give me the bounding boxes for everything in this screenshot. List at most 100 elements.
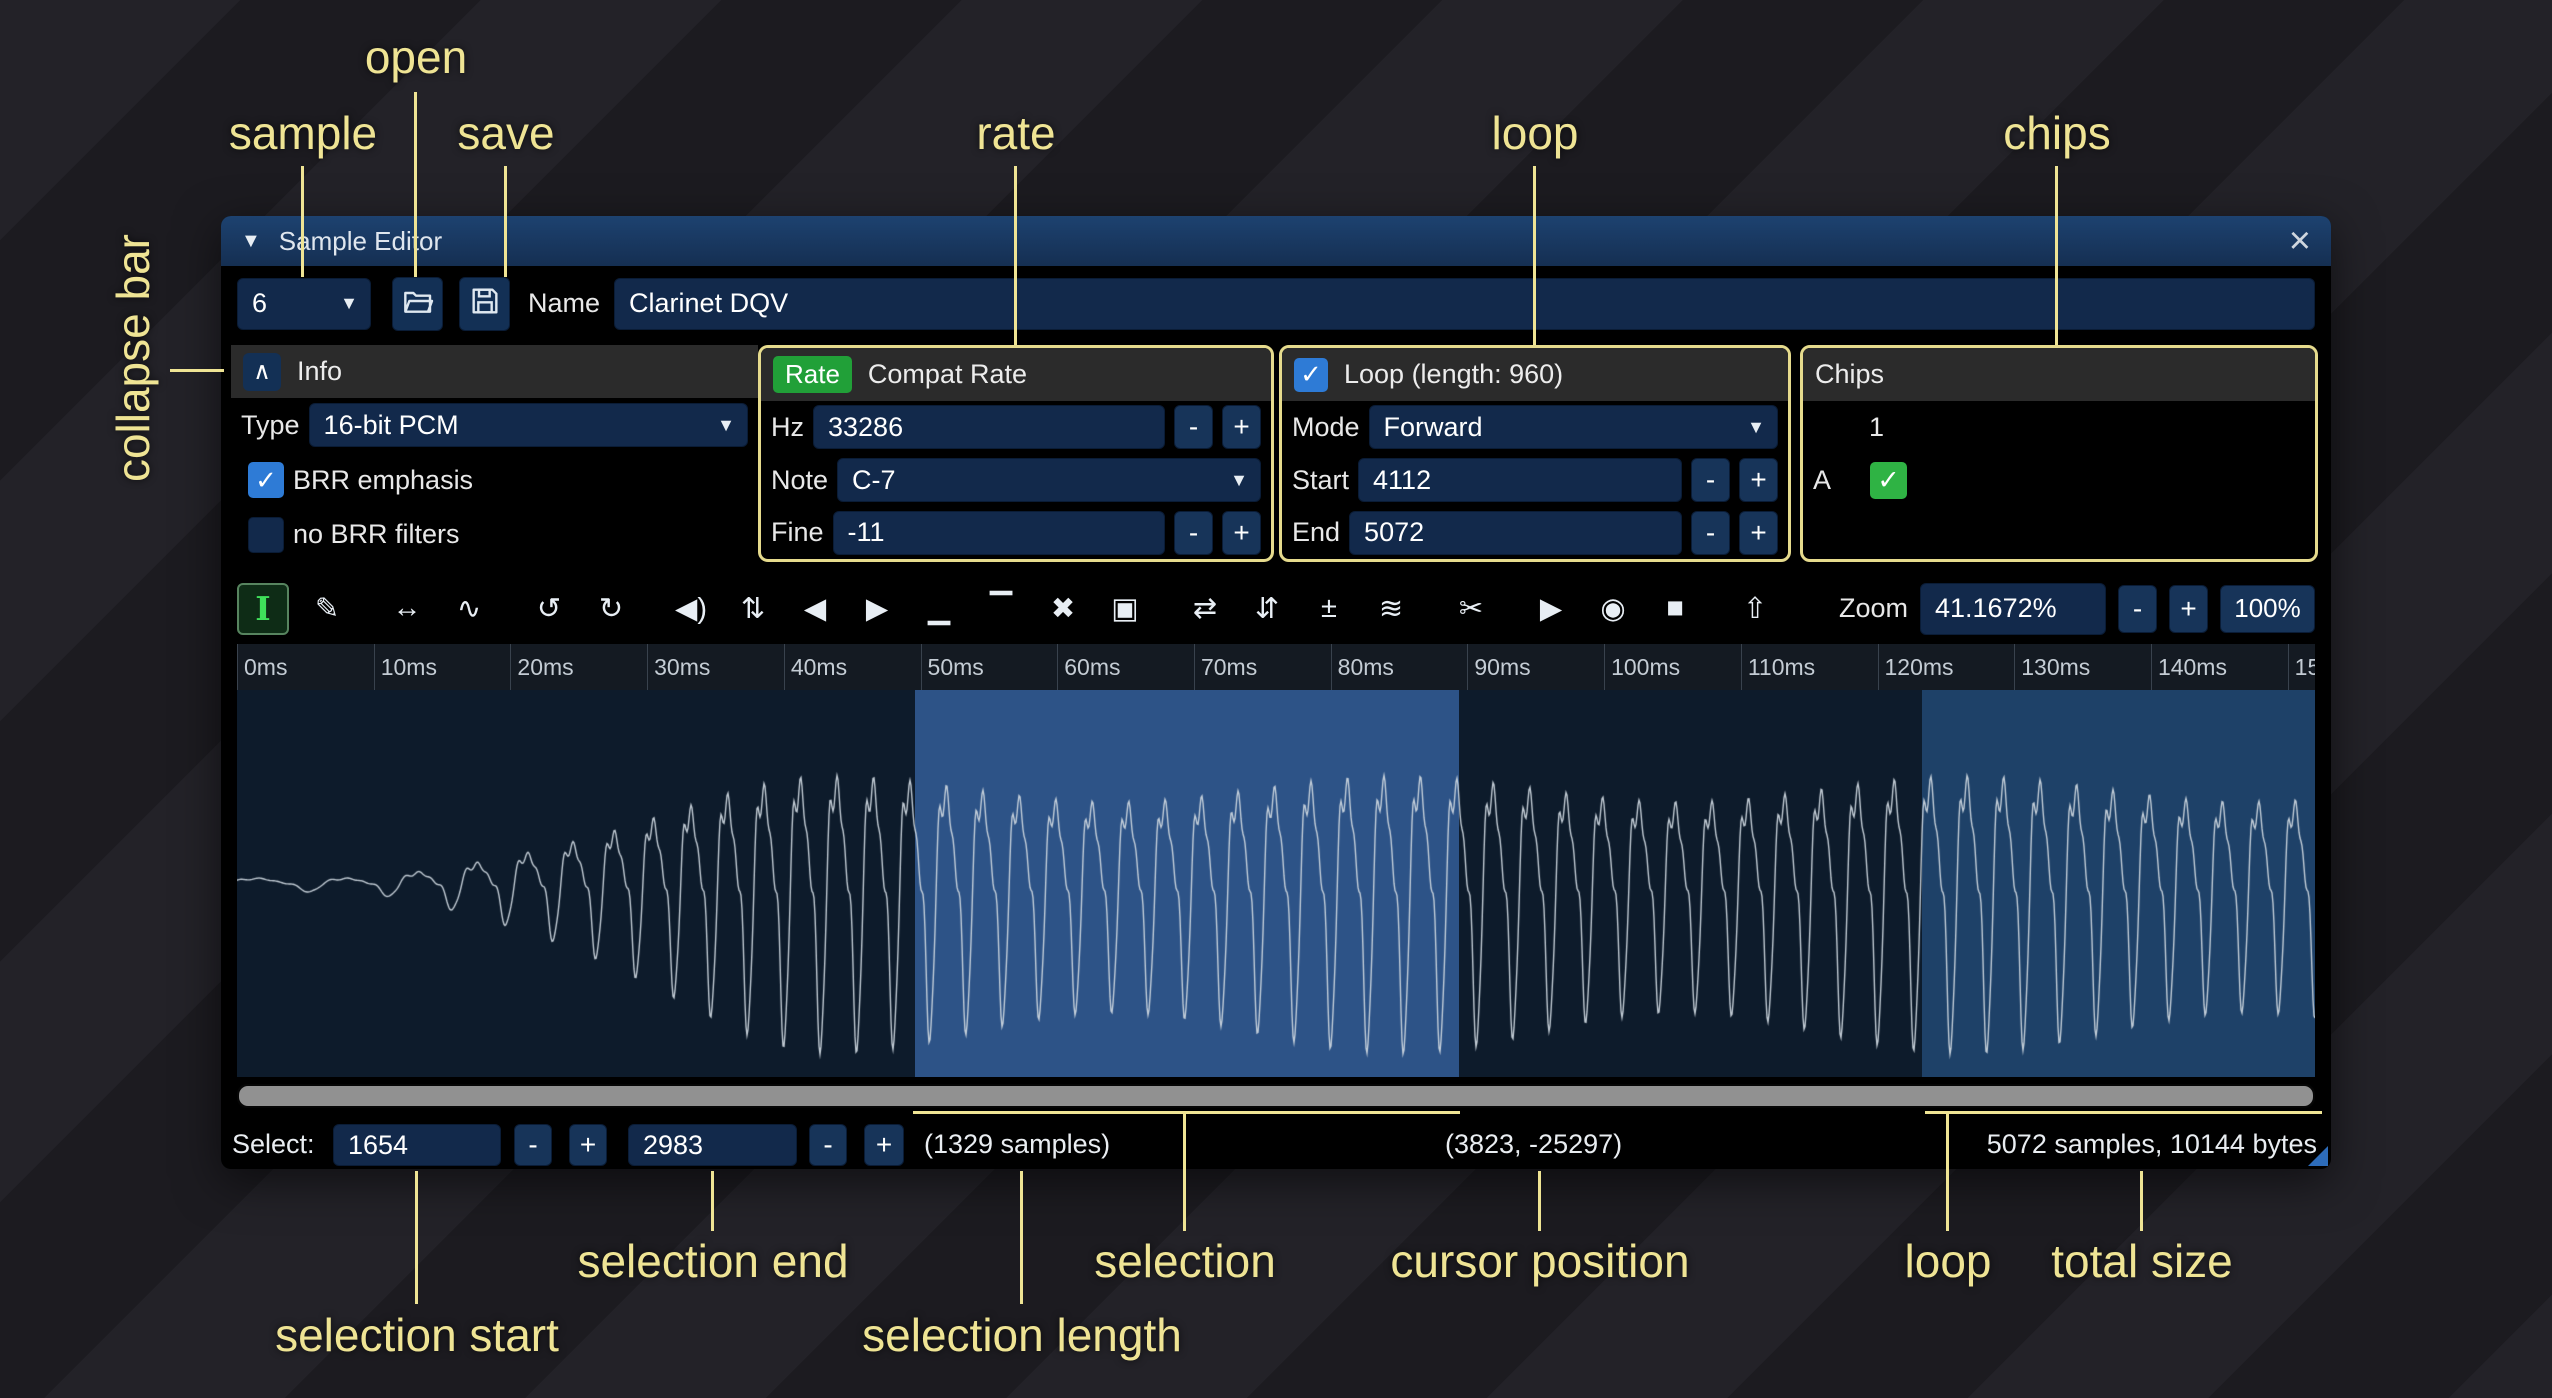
trim-icon[interactable]: ▣ (1101, 585, 1149, 633)
chip-column-label: 1 (1869, 412, 1884, 443)
select-label: Select: (232, 1120, 315, 1169)
edit-select-icon[interactable]: I (237, 583, 289, 635)
annotation-collapse-bar: collapse bar (106, 234, 160, 482)
loop-start-increase-button[interactable]: + (1739, 458, 1778, 502)
resize-grip[interactable] (2308, 1146, 2328, 1166)
total-size-text: 5072 samples, 10144 bytes (1987, 1120, 2317, 1169)
reverse-icon[interactable]: ⇄ (1181, 585, 1229, 633)
fine-input[interactable] (833, 511, 1165, 555)
sample-select[interactable]: 6 ▼ (237, 278, 371, 330)
annotation-rate: rate (976, 106, 1055, 160)
loop-end-label: End (1292, 517, 1340, 548)
play-cursor-icon[interactable]: ◉ (1589, 585, 1637, 633)
ruler-label: 140ms (2151, 644, 2227, 690)
zoom-group: Zoom - + 100% (1839, 583, 2315, 635)
fine-increase-button[interactable]: + (1222, 511, 1261, 555)
chevron-down-icon: ▼ (1230, 470, 1248, 491)
loop-start-input[interactable] (1358, 458, 1682, 502)
chip-enable-checkbox[interactable]: ✓ (1870, 462, 1907, 499)
selection-start-increase-button[interactable]: + (569, 1124, 607, 1166)
brr-emphasis-checkbox[interactable]: ✓ (248, 462, 284, 498)
waveform-display[interactable] (237, 690, 2315, 1077)
horizontal-scrollbar[interactable] (237, 1084, 2315, 1108)
annotation-selection: selection (1094, 1234, 1276, 1288)
apply-silence-icon[interactable]: ▔ (977, 585, 1025, 633)
loop-mode-select[interactable]: Forward ▼ (1369, 405, 1778, 449)
filter-icon[interactable]: ≋ (1367, 585, 1415, 633)
normalize-icon[interactable]: ⇅ (729, 585, 777, 633)
insert-silence-icon[interactable]: ▁ (915, 585, 963, 633)
chips-header-label: Chips (1815, 359, 1884, 390)
annotation-loop: loop (1492, 106, 1579, 160)
fade-out-icon[interactable]: ▶ (853, 585, 901, 633)
hz-increase-button[interactable]: + (1222, 405, 1261, 449)
annotation-cursor-position: cursor position (1390, 1234, 1689, 1288)
loop-end-increase-button[interactable]: + (1739, 511, 1778, 555)
selection-start-decrease-button[interactable]: - (514, 1124, 552, 1166)
import-icon[interactable]: ⇧ (1731, 585, 1779, 633)
timeline-ruler[interactable]: 0ms10ms20ms30ms40ms50ms60ms70ms80ms90ms1… (237, 644, 2315, 690)
zoom-out-button[interactable]: - (2118, 585, 2157, 633)
loop-enable-checkbox[interactable]: ✓ (1294, 358, 1328, 392)
no-brr-filters-checkbox[interactable] (248, 517, 284, 553)
open-button[interactable] (392, 277, 443, 331)
chevron-down-icon: ▼ (340, 293, 358, 314)
scrollbar-thumb[interactable] (239, 1086, 2313, 1106)
preview-icon[interactable]: ▶ (1527, 585, 1575, 633)
chip-row-label: A (1813, 465, 1831, 496)
annotation-line (2140, 1171, 2143, 1231)
info-header-label: Info (297, 356, 342, 387)
rate-panel: Rate Compat Rate Hz - + Note C-7 ▼ Fine … (758, 345, 1274, 562)
hz-input[interactable] (813, 405, 1165, 449)
selection-end-input[interactable] (628, 1124, 797, 1166)
close-icon[interactable]: × (2289, 222, 2311, 260)
name-input[interactable] (614, 278, 2315, 330)
loop-panel-header: ✓ Loop (length: 960) (1282, 348, 1788, 401)
desktop-background: ▼ Sample Editor × 6 ▼ Name (0, 0, 2552, 1398)
fade-in-icon[interactable]: ◀ (791, 585, 839, 633)
undo-icon[interactable]: ↺ (525, 585, 573, 633)
info-panel: ∧ Info Type 16-bit PCM ▼ ✓ BRR emphasis … (231, 345, 758, 562)
hz-decrease-button[interactable]: - (1174, 405, 1213, 449)
window-title: Sample Editor (279, 226, 442, 257)
annotation-total-size: total size (2051, 1234, 2233, 1288)
info-panel-header: ∧ Info (231, 345, 758, 398)
resample-icon[interactable]: ∿ (445, 585, 493, 633)
invert-icon[interactable]: ⇵ (1243, 585, 1291, 633)
selection-start-input[interactable] (333, 1124, 501, 1166)
zoom-reset-button[interactable]: 100% (2220, 585, 2315, 633)
selection-end-increase-button[interactable]: + (864, 1124, 904, 1166)
resize-icon[interactable]: ↔ (383, 585, 431, 633)
ruler-label: 50ms (921, 644, 984, 690)
chevron-down-icon: ▼ (1747, 417, 1765, 438)
draw-icon[interactable]: ✎ (303, 585, 351, 633)
ruler-label: 110ms (1741, 644, 1815, 690)
annotation-selection-end: selection end (577, 1234, 848, 1288)
rate-badge: Rate (773, 356, 852, 393)
crossfade-icon[interactable]: ✂ (1447, 585, 1495, 633)
type-select-value: 16-bit PCM (324, 410, 459, 441)
fine-decrease-button[interactable]: - (1174, 511, 1213, 555)
stop-icon[interactable]: ■ (1651, 585, 1699, 633)
titlebar[interactable]: ▼ Sample Editor × (221, 216, 2331, 266)
collapse-button[interactable]: ∧ (243, 353, 281, 391)
selection-end-decrease-button[interactable]: - (809, 1124, 847, 1166)
check-icon: ✓ (1300, 359, 1322, 390)
loop-end-decrease-button[interactable]: - (1691, 511, 1730, 555)
delete-icon[interactable]: ✖ (1039, 585, 1087, 633)
chevron-up-icon: ∧ (253, 357, 271, 386)
sign-icon[interactable]: ± (1305, 585, 1353, 633)
loop-start-decrease-button[interactable]: - (1691, 458, 1730, 502)
zoom-in-button[interactable]: + (2169, 585, 2208, 633)
amplify-icon[interactable]: ◀) (667, 585, 715, 633)
type-select[interactable]: 16-bit PCM ▼ (309, 403, 748, 447)
annotation-open: open (365, 30, 467, 84)
loop-end-input[interactable] (1349, 511, 1682, 555)
note-select[interactable]: C-7 ▼ (837, 458, 1261, 502)
zoom-input[interactable] (1920, 583, 2106, 635)
window-collapse-icon[interactable]: ▼ (241, 230, 261, 253)
note-select-value: C-7 (852, 465, 896, 496)
redo-icon[interactable]: ↻ (587, 585, 635, 633)
save-button[interactable] (459, 277, 510, 331)
no-brr-filters-label: no BRR filters (293, 519, 460, 550)
